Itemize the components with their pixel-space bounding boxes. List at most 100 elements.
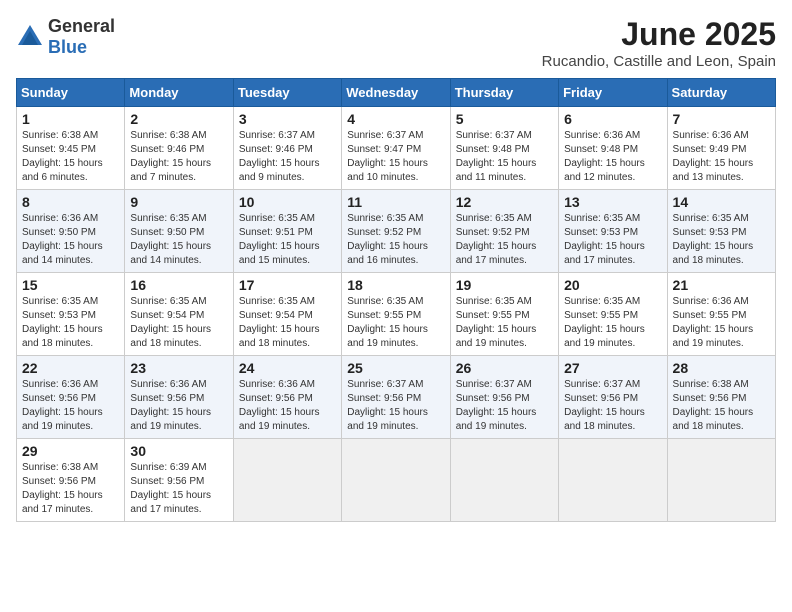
day-info: Sunrise: 6:37 AMSunset: 9:56 PMDaylight:…	[347, 378, 444, 434]
day-info: Sunrise: 6:36 AMSunset: 9:49 PMDaylight:…	[673, 129, 770, 185]
location-title: Rucandio, Castille and Leon, Spain	[542, 53, 776, 70]
day-info: Sunrise: 6:35 AMSunset: 9:55 PMDaylight:…	[456, 295, 553, 351]
day-info: Sunrise: 6:35 AMSunset: 9:52 PMDaylight:…	[456, 212, 553, 268]
calendar-cell: 12Sunrise: 6:35 AMSunset: 9:52 PMDayligh…	[450, 190, 558, 273]
calendar-cell: 3 Sunrise: 6:37 AMSunset: 9:46 PMDaylight…	[233, 107, 341, 190]
calendar-cell	[559, 439, 667, 522]
day-info: Sunrise: 6:38 AMSunset: 9:56 PMDaylight:…	[22, 461, 119, 517]
day-number: 24	[239, 360, 336, 376]
calendar-cell: 21 Sunrise: 6:36 AMSunset: 9:55 PMDayligh…	[667, 273, 775, 356]
calendar-cell: 13 Sunrise: 6:35 AMSunset: 9:53 PMDayligh…	[559, 190, 667, 273]
calendar-cell: 20 Sunrise: 6:35 AMSunset: 9:55 PMDayligh…	[559, 273, 667, 356]
day-info: Sunrise: 6:36 AMSunset: 9:55 PMDaylight:…	[673, 295, 770, 351]
day-header-friday: Friday	[559, 79, 667, 107]
month-title: June 2025	[542, 16, 776, 53]
title-area: June 2025 Rucandio, Castille and Leon, S…	[542, 16, 776, 70]
logo-blue: Blue	[48, 37, 87, 57]
day-info: Sunrise: 6:39 AMSunset: 9:56 PMDaylight:…	[130, 461, 227, 517]
day-number: 23	[130, 360, 227, 376]
day-info: Sunrise: 6:36 AMSunset: 9:56 PMDaylight:…	[130, 378, 227, 434]
day-number: 21	[673, 277, 770, 293]
day-info: Sunrise: 6:35 AMSunset: 9:55 PMDaylight:…	[564, 295, 661, 351]
day-number: 22	[22, 360, 119, 376]
day-info: Sunrise: 6:35 AMSunset: 9:55 PMDaylight:…	[347, 295, 444, 351]
day-number: 2	[130, 111, 227, 127]
day-info: Sunrise: 6:37 AMSunset: 9:56 PMDaylight:…	[564, 378, 661, 434]
day-info: Sunrise: 6:35 AMSunset: 9:53 PMDaylight:…	[22, 295, 119, 351]
day-number: 9	[130, 194, 227, 210]
calendar-week-row: 29 Sunrise: 6:38 AMSunset: 9:56 PMDayligh…	[17, 439, 776, 522]
day-number: 20	[564, 277, 661, 293]
day-number: 6	[564, 111, 661, 127]
day-number: 13	[564, 194, 661, 210]
day-info: Sunrise: 6:38 AMSunset: 9:45 PMDaylight:…	[22, 129, 119, 185]
calendar-cell: 4Sunrise: 6:37 AMSunset: 9:47 PMDaylight…	[342, 107, 450, 190]
day-info: Sunrise: 6:36 AMSunset: 9:50 PMDaylight:…	[22, 212, 119, 268]
day-header-wednesday: Wednesday	[342, 79, 450, 107]
calendar-cell: 19 Sunrise: 6:35 AMSunset: 9:55 PMDayligh…	[450, 273, 558, 356]
calendar-cell: 16 Sunrise: 6:35 AMSunset: 9:54 PMDayligh…	[125, 273, 233, 356]
day-info: Sunrise: 6:35 AMSunset: 9:54 PMDaylight:…	[130, 295, 227, 351]
day-info: Sunrise: 6:35 AMSunset: 9:53 PMDaylight:…	[564, 212, 661, 268]
calendar-cell: 1 Sunrise: 6:38 AMSunset: 9:45 PMDaylight…	[17, 107, 125, 190]
calendar-cell: 9 Sunrise: 6:35 AMSunset: 9:50 PMDaylight…	[125, 190, 233, 273]
calendar-cell: 17 Sunrise: 6:35 AMSunset: 9:54 PMDayligh…	[233, 273, 341, 356]
day-info: Sunrise: 6:37 AMSunset: 9:46 PMDaylight:…	[239, 129, 336, 185]
calendar-week-row: 1 Sunrise: 6:38 AMSunset: 9:45 PMDaylight…	[17, 107, 776, 190]
calendar-cell: 22 Sunrise: 6:36 AMSunset: 9:56 PMDayligh…	[17, 356, 125, 439]
calendar-week-row: 8Sunrise: 6:36 AMSunset: 9:50 PMDaylight…	[17, 190, 776, 273]
day-info: Sunrise: 6:35 AMSunset: 9:51 PMDaylight:…	[239, 212, 336, 268]
day-info: Sunrise: 6:38 AMSunset: 9:56 PMDaylight:…	[673, 378, 770, 434]
day-info: Sunrise: 6:37 AMSunset: 9:48 PMDaylight:…	[456, 129, 553, 185]
day-info: Sunrise: 6:36 AMSunset: 9:56 PMDaylight:…	[22, 378, 119, 434]
calendar-cell: 8Sunrise: 6:36 AMSunset: 9:50 PMDaylight…	[17, 190, 125, 273]
calendar-cell: 28Sunrise: 6:38 AMSunset: 9:56 PMDayligh…	[667, 356, 775, 439]
day-info: Sunrise: 6:37 AMSunset: 9:47 PMDaylight:…	[347, 129, 444, 185]
logo: General Blue	[16, 16, 115, 58]
day-info: Sunrise: 6:36 AMSunset: 9:56 PMDaylight:…	[239, 378, 336, 434]
day-info: Sunrise: 6:35 AMSunset: 9:52 PMDaylight:…	[347, 212, 444, 268]
calendar-cell: 5 Sunrise: 6:37 AMSunset: 9:48 PMDaylight…	[450, 107, 558, 190]
calendar-cell: 14Sunrise: 6:35 AMSunset: 9:53 PMDayligh…	[667, 190, 775, 273]
calendar-cell	[450, 439, 558, 522]
day-number: 27	[564, 360, 661, 376]
day-number: 19	[456, 277, 553, 293]
day-info: Sunrise: 6:35 AMSunset: 9:54 PMDaylight:…	[239, 295, 336, 351]
day-number: 15	[22, 277, 119, 293]
day-number: 30	[130, 443, 227, 459]
calendar-week-row: 15 Sunrise: 6:35 AMSunset: 9:53 PMDayligh…	[17, 273, 776, 356]
day-number: 17	[239, 277, 336, 293]
day-number: 5	[456, 111, 553, 127]
calendar-cell	[667, 439, 775, 522]
calendar-cell: 15 Sunrise: 6:35 AMSunset: 9:53 PMDayligh…	[17, 273, 125, 356]
calendar-cell: 30 Sunrise: 6:39 AMSunset: 9:56 PMDayligh…	[125, 439, 233, 522]
day-info: Sunrise: 6:38 AMSunset: 9:46 PMDaylight:…	[130, 129, 227, 185]
logo-icon	[16, 23, 44, 51]
calendar-cell: 24 Sunrise: 6:36 AMSunset: 9:56 PMDayligh…	[233, 356, 341, 439]
day-header-sunday: Sunday	[17, 79, 125, 107]
day-number: 29	[22, 443, 119, 459]
day-number: 16	[130, 277, 227, 293]
calendar-cell	[233, 439, 341, 522]
day-header-tuesday: Tuesday	[233, 79, 341, 107]
day-number: 18	[347, 277, 444, 293]
logo-text: General Blue	[48, 16, 115, 58]
calendar-cell: 23 Sunrise: 6:36 AMSunset: 9:56 PMDayligh…	[125, 356, 233, 439]
calendar: SundayMondayTuesdayWednesdayThursdayFrid…	[16, 78, 776, 522]
calendar-cell: 6Sunrise: 6:36 AMSunset: 9:48 PMDaylight…	[559, 107, 667, 190]
calendar-cell: 7 Sunrise: 6:36 AMSunset: 9:49 PMDaylight…	[667, 107, 775, 190]
calendar-cell	[342, 439, 450, 522]
calendar-cell: 10 Sunrise: 6:35 AMSunset: 9:51 PMDayligh…	[233, 190, 341, 273]
calendar-cell: 26Sunrise: 6:37 AMSunset: 9:56 PMDayligh…	[450, 356, 558, 439]
logo-general: General	[48, 16, 115, 36]
calendar-week-row: 22 Sunrise: 6:36 AMSunset: 9:56 PMDayligh…	[17, 356, 776, 439]
day-number: 3	[239, 111, 336, 127]
day-number: 11	[347, 194, 444, 210]
day-info: Sunrise: 6:35 AMSunset: 9:50 PMDaylight:…	[130, 212, 227, 268]
day-number: 7	[673, 111, 770, 127]
calendar-cell: 29 Sunrise: 6:38 AMSunset: 9:56 PMDayligh…	[17, 439, 125, 522]
header: General Blue June 2025 Rucandio, Castill…	[16, 16, 776, 70]
day-number: 10	[239, 194, 336, 210]
day-number: 1	[22, 111, 119, 127]
calendar-cell: 27 Sunrise: 6:37 AMSunset: 9:56 PMDayligh…	[559, 356, 667, 439]
